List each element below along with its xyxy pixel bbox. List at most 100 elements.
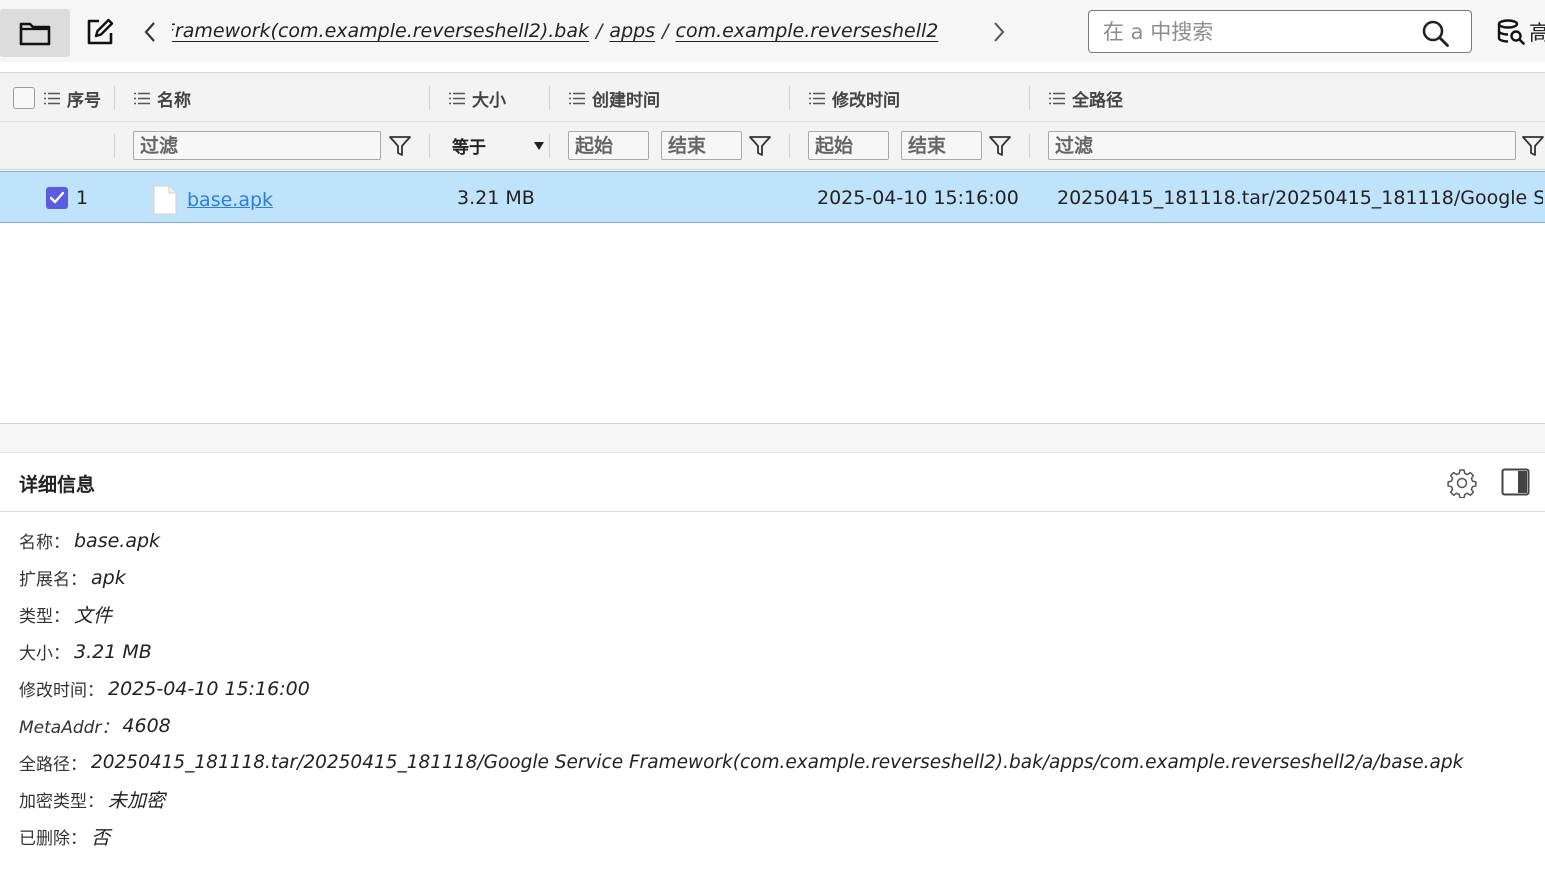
select-all-checkbox[interactable]	[13, 87, 35, 109]
modified-start-input[interactable]	[808, 131, 889, 160]
detail-item-modified: 修改时间： 2025-04-10 15:16:00	[19, 670, 1529, 707]
detail-item-deleted: 已删除： 否	[19, 818, 1529, 855]
breadcrumb-item[interactable]: Framework(com.example.reverseshell2).bak	[172, 20, 589, 42]
breadcrumb-separator: /	[596, 20, 603, 42]
detail-item-name: 名称： base.apk	[19, 522, 1529, 559]
side-panel-icon[interactable]	[1501, 468, 1530, 496]
column-header-created[interactable]: 创建时间	[569, 73, 660, 123]
chevron-right-icon	[994, 22, 1005, 42]
advanced-search-button[interactable]: 高	[1497, 16, 1545, 48]
size-operator-select[interactable]: 等于	[452, 131, 548, 160]
detail-value: apk	[91, 566, 126, 589]
breadcrumb-item[interactable]: com.example.reverseshell2	[676, 20, 939, 42]
detail-value: 3.21 MB	[74, 640, 152, 663]
column-resize-handle[interactable]	[114, 86, 115, 110]
toolbar: Framework(com.example.reverseshell2).bak…	[0, 0, 1545, 62]
detail-label: 扩展名：	[19, 570, 87, 590]
detail-value: 4608	[122, 714, 171, 737]
name-filter-input[interactable]	[133, 131, 381, 160]
details-header: 详细信息	[0, 454, 1545, 512]
detail-label: MetaAddr：	[19, 718, 119, 738]
created-start-input[interactable]	[568, 131, 649, 160]
column-divider	[114, 134, 115, 158]
filter-icon[interactable]	[388, 134, 412, 158]
list-icon	[809, 92, 825, 104]
column-header-modified[interactable]: 修改时间	[809, 73, 900, 123]
folder-button[interactable]	[0, 9, 70, 57]
file-name-link[interactable]: base.apk	[187, 189, 273, 211]
detail-value: 20250415_181118.tar/20250415_181118/Goog…	[91, 752, 1464, 773]
filter-icon[interactable]	[988, 134, 1012, 158]
gear-icon[interactable]	[1447, 468, 1477, 498]
detail-label: 修改时间：	[19, 681, 104, 701]
size-operator-value: 等于	[452, 138, 486, 158]
column-divider	[429, 134, 430, 158]
column-header-label: 全路径	[1072, 90, 1123, 111]
column-divider	[549, 134, 550, 158]
column-resize-handle[interactable]	[1029, 86, 1030, 110]
edit-button[interactable]	[78, 10, 122, 54]
list-icon	[44, 92, 60, 104]
list-icon	[134, 92, 150, 104]
detail-item-metaaddr: MetaAddr： 4608	[19, 707, 1529, 744]
detail-value: 未加密	[108, 790, 166, 812]
folder-icon	[19, 22, 51, 46]
chevron-left-icon	[144, 22, 155, 42]
row-checkbox[interactable]	[46, 187, 68, 209]
search-input[interactable]	[1103, 17, 1403, 47]
db-search-icon	[1497, 19, 1525, 45]
row-index: 1	[76, 187, 89, 209]
detail-label: 类型：	[19, 607, 70, 627]
breadcrumb-separator: /	[662, 20, 669, 42]
detail-value: 2025-04-10 15:16:00	[108, 677, 310, 700]
column-header-label: 名称	[157, 90, 191, 111]
details-title: 详细信息	[19, 474, 96, 496]
detail-value: 文件	[74, 605, 113, 627]
detail-label: 全路径：	[19, 755, 87, 775]
row-fullpath: 20250415_181118.tar/20250415_181118/Goog…	[1057, 187, 1543, 209]
detail-item-size: 大小： 3.21 MB	[19, 633, 1529, 670]
detail-item-extension: 扩展名： apk	[19, 559, 1529, 596]
column-divider	[789, 134, 790, 158]
column-resize-handle[interactable]	[429, 86, 430, 110]
detail-label: 名称：	[19, 533, 70, 553]
breadcrumb-item[interactable]: apps	[609, 20, 655, 42]
checkmark-icon	[49, 191, 65, 204]
column-header-label: 大小	[472, 90, 506, 111]
detail-label: 加密类型：	[19, 792, 104, 812]
detail-label: 已删除：	[19, 829, 87, 849]
column-header-size[interactable]: 大小	[449, 73, 506, 123]
list-icon	[449, 92, 465, 104]
search-icon[interactable]	[1421, 19, 1451, 49]
row-modified: 2025-04-10 15:16:00	[817, 187, 1019, 209]
edit-icon	[87, 18, 114, 45]
detail-item-fullpath: 全路径： 20250415_181118.tar/20250415_181118…	[19, 744, 1529, 781]
detail-label: 大小：	[19, 644, 70, 664]
details-list: 名称： base.apk 扩展名： apk 类型： 文件 大小： 3.21 MB…	[19, 522, 1529, 855]
filter-icon[interactable]	[1521, 134, 1545, 158]
created-end-input[interactable]	[661, 131, 742, 160]
column-header-label: 序号	[67, 90, 101, 111]
column-header-label: 修改时间	[832, 90, 900, 111]
filter-row: 等于	[0, 122, 1545, 170]
back-button[interactable]	[136, 16, 164, 48]
modified-end-input[interactable]	[901, 131, 982, 160]
column-header-name[interactable]: 名称	[134, 73, 191, 123]
column-resize-handle[interactable]	[789, 86, 790, 110]
breadcrumb: Framework(com.example.reverseshell2).bak…	[172, 0, 942, 62]
row-size: 3.21 MB	[457, 187, 535, 209]
search-box	[1088, 10, 1472, 53]
table-row[interactable]: 1 base.apk 3.21 MB 2025-04-10 15:16:00 2…	[0, 171, 1545, 223]
column-divider	[1029, 134, 1030, 158]
fullpath-filter-input[interactable]	[1048, 131, 1516, 160]
detail-value: base.apk	[74, 529, 161, 552]
pane-splitter[interactable]	[0, 423, 1545, 453]
column-header-index[interactable]: 序号	[44, 73, 101, 123]
detail-item-type: 类型： 文件	[19, 596, 1529, 633]
column-resize-handle[interactable]	[549, 86, 550, 110]
column-header-fullpath[interactable]: 全路径	[1049, 73, 1123, 123]
forward-button[interactable]	[984, 16, 1014, 48]
filter-icon[interactable]	[748, 134, 772, 158]
caret-down-icon	[534, 141, 544, 150]
detail-item-encryption: 加密类型： 未加密	[19, 781, 1529, 818]
